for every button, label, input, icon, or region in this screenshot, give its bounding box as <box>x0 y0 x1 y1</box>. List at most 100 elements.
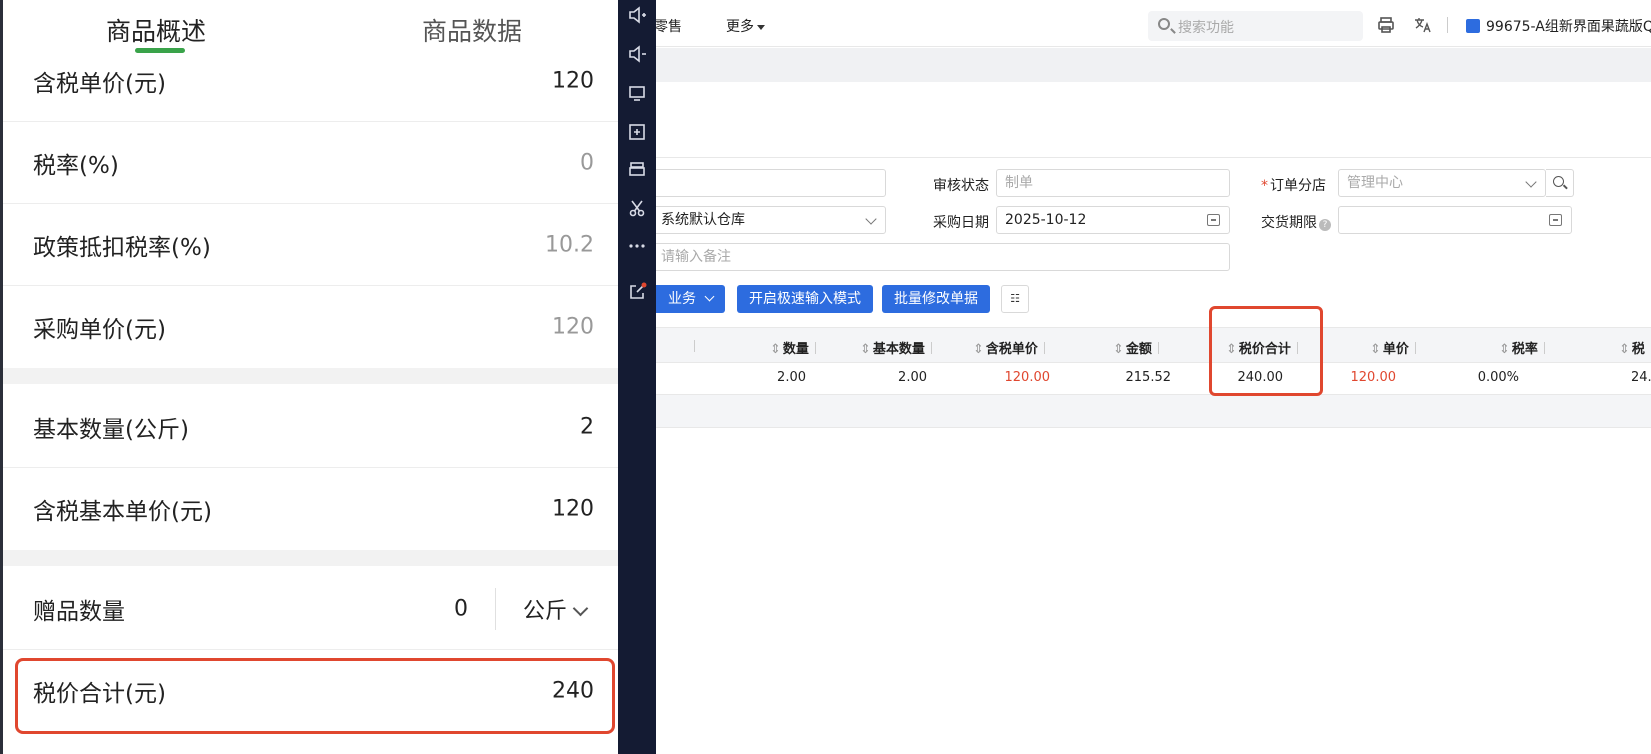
cell-qty: 2.00 <box>777 370 806 385</box>
nav-more[interactable]: 更多 <box>726 16 765 36</box>
divider <box>495 588 496 630</box>
fast-input-button[interactable]: 开启极速输入模式 <box>737 285 873 313</box>
column-settings-button[interactable]: ☷ <box>1001 285 1029 313</box>
row-value: 120 <box>552 68 594 93</box>
search-icon <box>1553 176 1564 187</box>
top-bar: 零售 更多 搜索功能 99675-A组新界面果蔬版Q <box>656 0 1651 47</box>
supplier-field[interactable] <box>656 169 886 197</box>
highlight-box <box>15 658 615 734</box>
nav-more-label: 更多 <box>726 19 754 35</box>
divider <box>1447 17 1448 33</box>
purchase-date-field[interactable]: 2025-10-12 <box>996 206 1230 234</box>
column-divider <box>814 342 816 354</box>
branch-search-button[interactable] <box>1546 169 1574 197</box>
th-tax-rate[interactable]: ⇕ 税率 <box>1499 338 1545 357</box>
row-deduction-rate[interactable]: 政策抵扣税率(%) 10.2 <box>3 204 618 286</box>
purchase-date-label: 采购日期 <box>933 215 989 231</box>
branch-value: 管理中心 <box>1347 175 1403 191</box>
screenshot-icon[interactable] <box>626 122 648 144</box>
th-qty[interactable]: ⇕ 数量 <box>770 338 816 357</box>
cell-unit-price: 120.00 <box>1350 370 1397 385</box>
chevron-down-icon <box>865 213 877 225</box>
sort-icon: ⇕ <box>1113 342 1124 357</box>
volume-down-icon[interactable] <box>626 44 648 66</box>
row-base-qty[interactable]: 基本数量(公斤) 2 <box>3 386 618 468</box>
row-label: 含税单价(元) <box>33 70 166 97</box>
warehouse-value: 系统默认仓库 <box>661 212 745 228</box>
th-label: 税 <box>1631 342 1645 357</box>
scissors-icon[interactable] <box>626 198 648 220</box>
external-link-icon[interactable] <box>626 282 648 304</box>
business-label: 业务 <box>668 291 696 307</box>
th-label: 基本数量 <box>872 342 925 357</box>
search-input[interactable]: 搜索功能 <box>1148 11 1363 41</box>
column-divider <box>1157 342 1159 354</box>
sort-icon: ⇕ <box>973 342 984 357</box>
required-mark: * <box>1261 178 1268 194</box>
th-tax[interactable]: ⇕ 税 <box>1619 338 1645 357</box>
row-value: 10.2 <box>545 232 594 257</box>
branch-label-text: 订单分店 <box>1270 178 1326 194</box>
th-base-qty[interactable]: ⇕ 基本数量 <box>860 338 932 357</box>
printer-icon[interactable] <box>626 160 648 182</box>
cell-base-qty: 2.00 <box>898 370 927 385</box>
column-divider <box>1043 342 1045 354</box>
table-row[interactable]: 2.00 2.00 120.00 215.52 240.00 120.00 0.… <box>656 363 1651 395</box>
cell-tax-rate: 0.00% <box>1477 370 1519 385</box>
caret-down-icon <box>757 24 765 30</box>
row-tax-incl-price[interactable]: 含税单价(元) 120 <box>3 40 618 122</box>
delivery-date-field[interactable] <box>1338 206 1572 234</box>
row-label: 赠品数量 <box>33 598 125 625</box>
unit-select[interactable]: 公斤 <box>523 593 589 625</box>
highlight-box <box>1209 306 1323 396</box>
volume-up-icon[interactable] <box>626 5 648 27</box>
section-gap <box>3 550 618 566</box>
th-tax-price[interactable]: ⇕ 含税单价 <box>973 338 1045 357</box>
row-label: 税率(%) <box>33 152 119 179</box>
chevron-down-icon <box>572 600 589 616</box>
print-icon[interactable] <box>1376 15 1396 35</box>
row-base-tax-price[interactable]: 含税基本单价(元) 120 <box>3 468 618 550</box>
row-gift-qty[interactable]: 赠品数量 0 公斤 <box>3 568 618 650</box>
calendar-icon <box>1207 214 1220 226</box>
chevron-down-icon <box>1525 176 1537 188</box>
mobile-panel: 商品概述 商品数据 含税单价(元) 120 税率(%) 0 政策抵扣税率(%) … <box>0 0 618 754</box>
row-label: 政策抵扣税率(%) <box>33 234 211 261</box>
row-value: 2 <box>580 414 594 439</box>
sort-icon: ⇕ <box>1619 342 1630 357</box>
branch-select[interactable]: 管理中心 <box>1338 169 1546 197</box>
screen-icon[interactable] <box>626 83 648 105</box>
th-label: 数量 <box>782 342 809 357</box>
cell-tax-price: 120.00 <box>1004 370 1051 385</box>
batch-edit-button[interactable]: 批量修改单据 <box>882 285 990 313</box>
remark-input[interactable]: 请输入备注 <box>656 243 1230 271</box>
table-header: ⇕ 数量 ⇕ 基本数量 ⇕ 含税单价 ⇕ 金额 ⇕ 税价合计 ⇕ 单价 ⇕ 税率 ⇕ 税 <box>656 327 1651 363</box>
more-icon[interactable] <box>626 236 648 258</box>
cell-tax: 24.4 <box>1631 370 1651 385</box>
audit-status-label: 审核状态 <box>933 178 989 194</box>
warehouse-select[interactable]: 系统默认仓库 <box>656 206 886 234</box>
row-purchase-price[interactable]: 采购单价(元) 120 <box>3 286 618 368</box>
row-value: 120 <box>552 496 594 522</box>
business-button[interactable]: 业务 <box>656 285 725 313</box>
row-value: 0 <box>580 150 594 175</box>
row-value: 120 <box>552 314 594 340</box>
th-amount[interactable]: ⇕ 金额 <box>1113 338 1159 357</box>
column-divider <box>930 342 932 354</box>
org-selector[interactable]: 99675-A组新界面果蔬版Q <box>1466 16 1651 36</box>
audit-status-field[interactable]: 制单 <box>996 169 1230 197</box>
th-unit-price[interactable]: ⇕ 单价 <box>1370 338 1416 357</box>
th-label: 金额 <box>1125 342 1152 357</box>
help-icon[interactable]: ? <box>1319 219 1331 231</box>
sort-icon: ⇕ <box>1499 342 1510 357</box>
row-label: 基本数量(公斤) <box>33 416 189 443</box>
th-label: 含税单价 <box>985 342 1038 357</box>
delivery-label-text: 交货期限 <box>1261 215 1317 231</box>
gift-qty-value[interactable]: 0 <box>454 596 468 621</box>
row-label: 采购单价(元) <box>33 317 166 343</box>
translate-icon[interactable] <box>1413 15 1433 35</box>
th-label: 税率 <box>1511 342 1538 357</box>
chevron-down-icon <box>704 291 715 302</box>
nav-retail[interactable]: 零售 <box>656 16 682 36</box>
row-tax-rate[interactable]: 税率(%) 0 <box>3 122 618 204</box>
